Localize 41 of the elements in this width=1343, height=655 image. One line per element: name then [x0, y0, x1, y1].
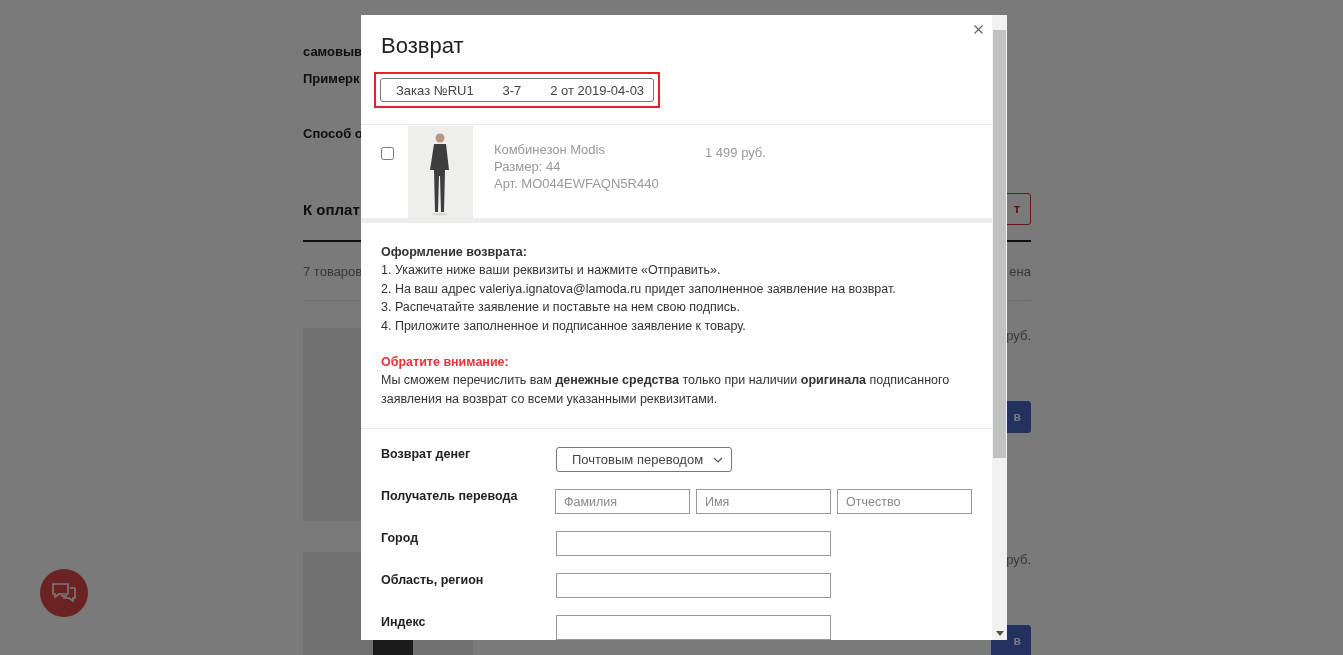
field-label: Возврат денег: [381, 447, 472, 462]
pickup-label: самовыв: [303, 44, 363, 59]
item-price: руб.: [1006, 552, 1031, 567]
notice-title: Обратите внимание:: [381, 354, 510, 372]
product-name: Комбинезон Modis: [494, 141, 606, 158]
product-size: Размер: 44: [494, 158, 562, 175]
scroll-down-icon[interactable]: [995, 631, 1004, 636]
field-label: Область, регион: [381, 573, 485, 588]
chat-button[interactable]: [40, 569, 88, 617]
instruction-step: 4. Приложите заполненное и подписанное заявление к товару.: [381, 316, 972, 336]
refund-method-select[interactable]: Почтовым переводом: [556, 447, 733, 473]
product-article: Арт. MO044EWFAQN5R440: [494, 175, 660, 192]
text-input-field[interactable]: [556, 615, 831, 640]
fitting-label: Примерк: [303, 71, 360, 86]
field-label: Индекс: [381, 615, 427, 630]
name-input-field[interactable]: Имя: [696, 489, 831, 515]
dialog-title: Возврат: [381, 33, 464, 59]
text-input-field[interactable]: [556, 531, 831, 557]
instruction-step: 3. Распечатайте заявление и поставьте на нем свою подпись.: [381, 298, 972, 317]
chevron-down-icon: [713, 456, 724, 463]
field-label: Получатель перевода: [381, 489, 519, 504]
items-count: 7 товаров: [303, 263, 363, 279]
price-heading: ена: [1009, 263, 1031, 279]
field-label: Город: [381, 531, 420, 546]
close-icon: [974, 25, 983, 34]
instruction-step: 2. На ваш адрес valeriya.ignatova@lamoda.ru придет заполненное заявление на возврат.: [381, 279, 972, 299]
scrollbar-thumb[interactable]: [993, 30, 1006, 458]
name-input-field[interactable]: Фамилия: [555, 489, 690, 515]
chat-icon: [51, 582, 77, 604]
scrollbar[interactable]: [992, 15, 1007, 640]
total-title: К оплат: [303, 200, 360, 218]
product-checkbox[interactable]: [381, 147, 394, 160]
instruction-step: 1. Укажите ниже ваши реквизиты и нажмите «Отправить».: [381, 261, 972, 280]
instructions-title: Оформление возврата:: [381, 244, 528, 261]
item-price: руб.: [1006, 328, 1031, 343]
text-input-field[interactable]: [556, 573, 831, 599]
notice-text: Мы сможем перечислить вам денежные средства только при наличии оригинала подписанного заявления на возврат со всеми указанными реквизитами.: [381, 372, 951, 408]
order-select[interactable]: Заказ №RU1 3-7 2 от 2019-04-03: [380, 78, 654, 102]
name-input-field[interactable]: Отчество: [837, 489, 972, 515]
product-price: 1 499 руб.: [705, 145, 766, 160]
close-button[interactable]: [972, 23, 985, 36]
